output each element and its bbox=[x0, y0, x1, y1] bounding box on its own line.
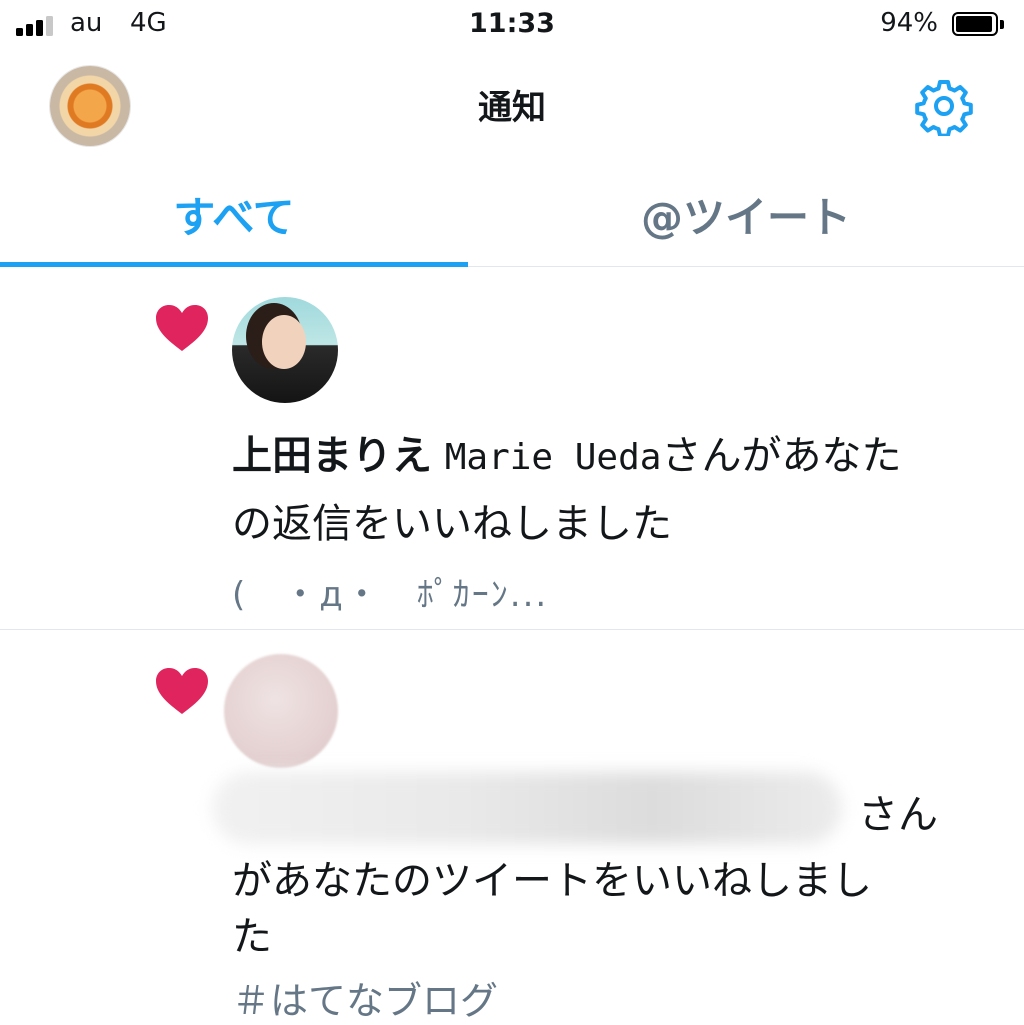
gear-icon[interactable] bbox=[914, 76, 974, 136]
notification-item[interactable]: 上田まりえ Marie Uedaさんがあなた の返信をいいねしました ( ・д・… bbox=[0, 267, 1024, 630]
battery-percentage: 94% bbox=[880, 8, 938, 38]
avatar[interactable] bbox=[232, 297, 338, 403]
notification-text-line-3: た bbox=[232, 914, 272, 960]
notification-tabs: すべて @ツイート bbox=[0, 162, 1024, 267]
notification-text: さんがあなた bbox=[661, 433, 902, 479]
navigation-header: 通知 bbox=[0, 52, 1024, 162]
heart-icon bbox=[156, 668, 208, 714]
notification-text-line-2: があなたのツイートをいいねしまし bbox=[232, 858, 872, 904]
tweet-preview[interactable]: ＃はてなブログ bbox=[232, 970, 498, 1025]
user-name[interactable]: 上田まりえ bbox=[232, 433, 432, 479]
battery-icon bbox=[952, 12, 1004, 36]
status-time: 11:33 bbox=[469, 8, 555, 39]
user-display-name: Marie Ueda bbox=[444, 437, 662, 478]
heart-icon bbox=[156, 305, 208, 351]
page-title: 通知 bbox=[478, 88, 546, 128]
redacted-user-name bbox=[212, 772, 842, 844]
tab-all[interactable]: すべて bbox=[0, 162, 468, 266]
notification-text-line-2: の返信をいいねしました bbox=[232, 501, 672, 547]
notification-text-line-1: さん bbox=[858, 792, 938, 838]
avatar[interactable] bbox=[224, 654, 338, 768]
status-bar: au 4G 11:33 94% bbox=[0, 0, 1024, 52]
notification-text-line-1: 上田まりえ Marie Uedaさんがあなた bbox=[232, 427, 901, 487]
tab-mentions[interactable]: @ツイート bbox=[468, 162, 1024, 266]
tweet-preview[interactable]: ( ・д・ ﾎﾟｶｰﾝ... bbox=[232, 567, 548, 616]
